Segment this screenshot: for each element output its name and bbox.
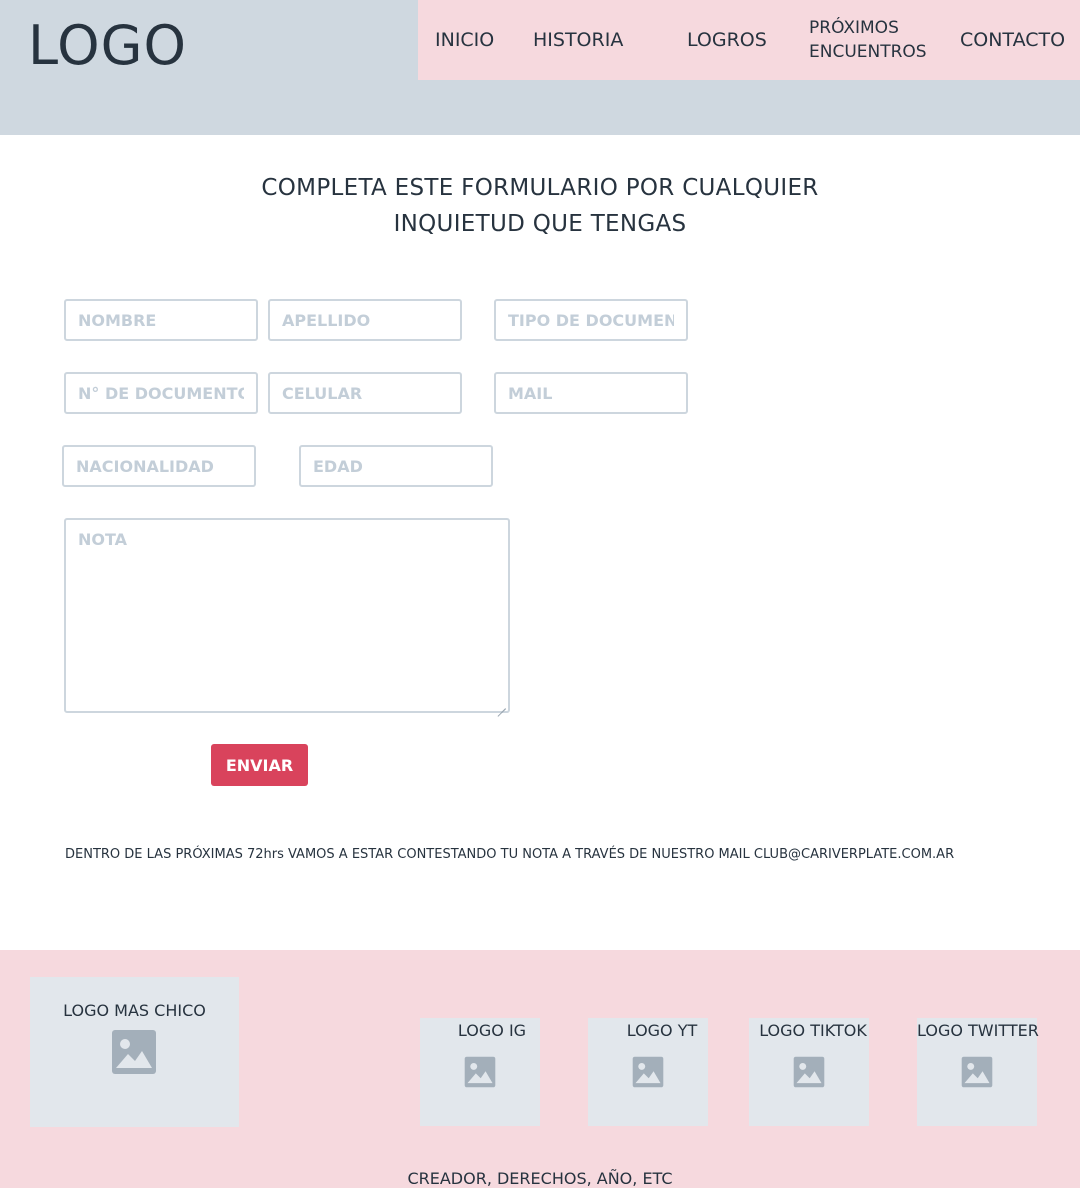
image-icon bbox=[793, 1056, 825, 1088]
image-icon bbox=[632, 1056, 664, 1088]
site-footer: LOGO MAS CHICO LOGO IG LOGO YT LOGO TIKT… bbox=[0, 950, 1080, 1188]
nacionalidad-input[interactable] bbox=[76, 456, 242, 476]
nav-historia[interactable]: HISTORIA bbox=[533, 29, 623, 51]
nav-proximos-line2: ENCUENTROS bbox=[809, 42, 927, 62]
nacionalidad-field-wrapper bbox=[62, 445, 256, 487]
footer-small-logo-label: LOGO MAS CHICO bbox=[63, 1001, 206, 1020]
nro-documento-input[interactable] bbox=[78, 383, 244, 403]
footer-yt-label: LOGO YT bbox=[626, 1021, 698, 1040]
nombre-field-wrapper bbox=[64, 299, 258, 341]
mail-input[interactable] bbox=[508, 383, 674, 403]
nota-field-wrapper bbox=[64, 518, 510, 713]
tipo-documento-input[interactable] bbox=[508, 310, 674, 330]
main-nav: INICIO HISTORIA LOGROS PRÓXIMOS ENCUENTR… bbox=[418, 0, 1080, 80]
footer-twitter-logo[interactable]: LOGO TWITTER bbox=[917, 1018, 1039, 1126]
tipo-documento-field-wrapper bbox=[494, 299, 688, 341]
footer-copyright: CREADOR, DERECHOS, AÑO, ETC bbox=[407, 1169, 673, 1188]
footer-small-logo[interactable]: LOGO MAS CHICO bbox=[30, 977, 239, 1127]
nro-documento-field-wrapper bbox=[64, 372, 258, 414]
footer-twitter-label: LOGO TWITTER bbox=[917, 1021, 1039, 1040]
apellido-input[interactable] bbox=[282, 310, 448, 330]
footer-tiktok-label: LOGO TIKTOK bbox=[759, 1021, 867, 1040]
edad-input[interactable] bbox=[313, 456, 479, 476]
footer-tiktok-logo[interactable]: LOGO TIKTOK bbox=[749, 1018, 869, 1126]
footer-ig-logo[interactable]: LOGO IG bbox=[420, 1018, 540, 1126]
apellido-field-wrapper bbox=[268, 299, 462, 341]
site-header: LOGO INICIO HISTORIA LOGROS PRÓXIMOS ENC… bbox=[0, 0, 1080, 135]
mail-field-wrapper bbox=[494, 372, 688, 414]
enviar-button[interactable]: ENVIAR bbox=[211, 744, 308, 786]
response-notice: DENTRO DE LAS PRÓXIMAS 72hrs VAMOS A EST… bbox=[65, 847, 955, 862]
celular-field-wrapper bbox=[268, 372, 462, 414]
footer-yt-logo[interactable]: LOGO YT bbox=[588, 1018, 708, 1126]
nav-logros[interactable]: LOGROS bbox=[687, 29, 767, 51]
nombre-input[interactable] bbox=[78, 310, 244, 330]
form-title-line2: INQUIETUD QUE TENGAS bbox=[393, 211, 687, 237]
celular-input[interactable] bbox=[282, 383, 448, 403]
edad-field-wrapper bbox=[299, 445, 493, 487]
image-icon bbox=[112, 1030, 156, 1074]
nav-proximos-encuentros[interactable]: PRÓXIMOS ENCUENTROS bbox=[809, 16, 927, 64]
nav-proximos-line1: PRÓXIMOS bbox=[809, 18, 899, 38]
resize-handle-icon[interactable] bbox=[497, 700, 506, 709]
image-icon bbox=[464, 1056, 496, 1088]
footer-ig-label: LOGO IG bbox=[457, 1021, 527, 1040]
image-icon bbox=[961, 1056, 993, 1088]
nav-inicio[interactable]: INICIO bbox=[435, 29, 494, 51]
nota-textarea[interactable] bbox=[66, 520, 508, 711]
form-title-line1: COMPLETA ESTE FORMULARIO POR CUALQUIER bbox=[261, 175, 819, 201]
nav-contacto[interactable]: CONTACTO bbox=[960, 29, 1065, 51]
form-title: COMPLETA ESTE FORMULARIO POR CUALQUIER I… bbox=[0, 170, 1080, 242]
site-logo[interactable]: LOGO bbox=[28, 14, 187, 77]
